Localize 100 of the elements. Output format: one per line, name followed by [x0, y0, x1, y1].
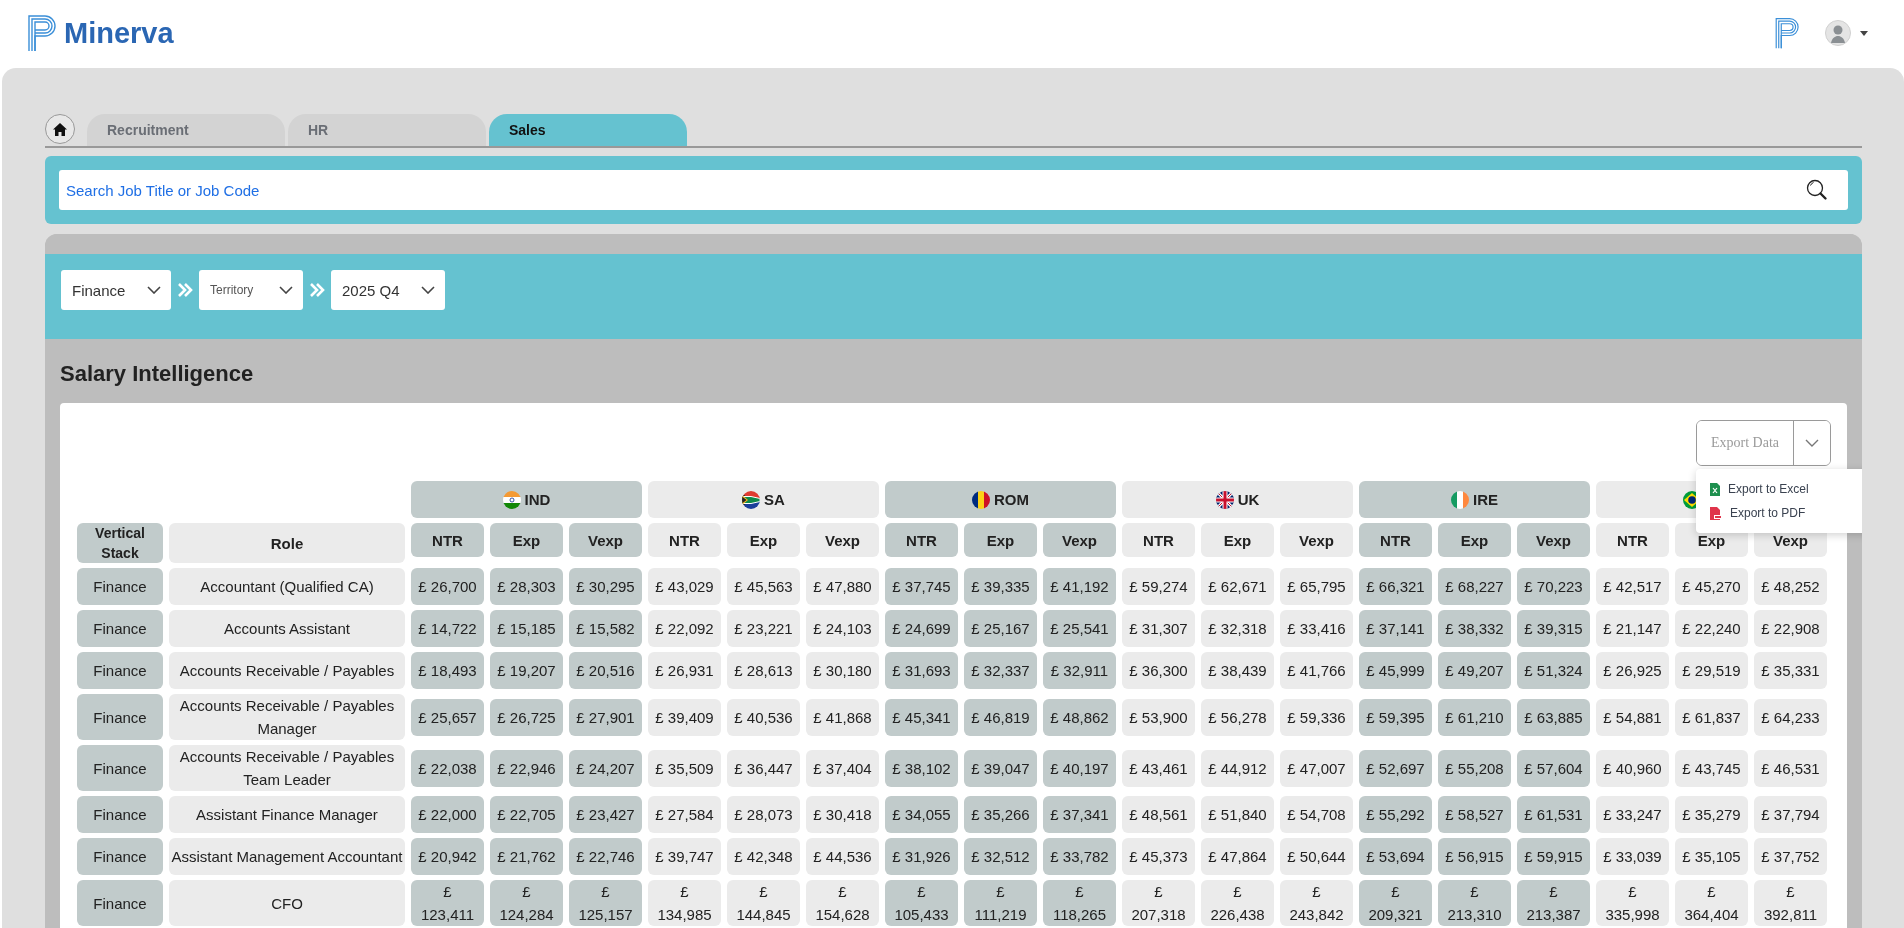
table-cell: £ 37,404 [806, 749, 879, 787]
table-cell: £ 45,341 [885, 698, 958, 736]
table-cell: £ 21,762 [490, 838, 563, 875]
table-cell: £ 61,837 [1675, 698, 1748, 736]
table-cell: £ 51,840 [1201, 796, 1274, 833]
dropdown[interactable]: Territory [199, 270, 303, 310]
table-cell: Finance [77, 694, 163, 740]
table-cell: £ 40,536 [727, 698, 800, 736]
table-cell: £ 21,147 [1596, 610, 1669, 647]
table-cell: £ 28,613 [727, 652, 800, 689]
table-cell: £ 35,279 [1675, 796, 1748, 833]
table-cell: £ 27,584 [648, 796, 721, 833]
table-cell: £ 25,541 [1043, 610, 1116, 647]
column-header: Exp [964, 523, 1037, 557]
column-header: Vertical Stack [77, 523, 163, 563]
table-cell: £ 23,221 [727, 610, 800, 647]
dropdown[interactable]: Finance [61, 270, 171, 310]
table-cell: £ 22,908 [1754, 610, 1827, 647]
column-header: Vexp [806, 523, 879, 557]
country-name: ROM [994, 491, 1029, 508]
table-cell: £ 22,705 [490, 796, 563, 833]
table-cell: £ 42,348 [727, 838, 800, 875]
table-cell: £ 33,247 [1596, 796, 1669, 833]
table-cell: Finance [77, 610, 163, 647]
table-cell: £ 31,307 [1122, 610, 1195, 647]
table-cell: £ 53,694 [1359, 838, 1432, 875]
column-header: Vexp [1043, 523, 1116, 557]
table-cell: £ 41,766 [1280, 652, 1353, 689]
search-field[interactable]: Search Job Title or Job Code [59, 170, 1848, 210]
table-cell: £ 47,864 [1201, 838, 1274, 875]
table-cell: £ 125,157 [569, 880, 642, 926]
table-cell: £ 37,794 [1754, 796, 1827, 833]
menu-item[interactable]: Export to PDF [1695, 501, 1862, 525]
table-cell: £ 33,416 [1280, 610, 1353, 647]
table-cell: £ 39,315 [1517, 610, 1590, 647]
table-cell: £ 47,880 [806, 568, 879, 605]
table-cell: £ 15,185 [490, 610, 563, 647]
table-cell: £ 26,700 [411, 568, 484, 605]
table-cell: £ 53,900 [1122, 698, 1195, 736]
table-cell: £ 39,409 [648, 698, 721, 736]
table-cell: Finance [77, 745, 163, 791]
table-cell: £ 48,561 [1122, 796, 1195, 833]
table-cell: £ 61,210 [1438, 698, 1511, 736]
menu-item[interactable]: Export to Excel [1695, 477, 1862, 501]
table-cell: £ 45,563 [727, 568, 800, 605]
table-cell: £ 41,868 [806, 698, 879, 736]
table-cell: £ 25,167 [964, 610, 1037, 647]
table-cell: £ 213,387 [1517, 880, 1590, 926]
column-header: Exp [1201, 523, 1274, 557]
table-cell: £ 47,007 [1280, 749, 1353, 787]
table-cell: Assistant Management Accountant [169, 838, 405, 875]
table-cell: £ 55,208 [1438, 749, 1511, 787]
table-cell: £ 42,517 [1596, 568, 1669, 605]
table-cell: Accounts Receivable / Payables Manager [169, 694, 405, 740]
table-cell: £ 49,207 [1438, 652, 1511, 689]
country-name: IND [524, 491, 551, 508]
table-cell: £ 22,038 [411, 749, 484, 787]
table-cell: £ 39,047 [964, 749, 1037, 787]
table-cell: £ 61,531 [1517, 796, 1590, 833]
table-cell: £ 22,240 [1675, 610, 1748, 647]
table-cell: £ 48,252 [1754, 568, 1827, 605]
table-cell: £ 54,881 [1596, 698, 1669, 736]
table-cell: £ 31,693 [885, 652, 958, 689]
table-cell: £ 45,270 [1675, 568, 1748, 605]
table-cell: £ 55,292 [1359, 796, 1432, 833]
dropdown[interactable]: 2025 Q4 [331, 270, 445, 310]
column-header: NTR [1359, 523, 1432, 557]
table-cell: £ 213,310 [1438, 880, 1511, 926]
search-input[interactable]: Search Job Title or Job Code [64, 180, 1806, 200]
table-cell: £ 56,278 [1201, 698, 1274, 736]
table-cell: £ 52,697 [1359, 749, 1432, 787]
table-cell: £ 59,336 [1280, 698, 1353, 736]
table-cell: £ 37,745 [885, 568, 958, 605]
table-cell: £ 20,942 [411, 838, 484, 875]
table-cell: £ 64,233 [1754, 698, 1827, 736]
table-cell: £ 59,915 [1517, 838, 1590, 875]
table-cell: £ 22,946 [490, 749, 563, 787]
table-cell: £ 37,141 [1359, 610, 1432, 647]
table-cell: £ 243,842 [1280, 880, 1353, 926]
column-header: NTR [411, 523, 484, 557]
table-cell: £ 44,912 [1201, 749, 1274, 787]
table-cell: £ 33,039 [1596, 838, 1669, 875]
table-cell: £ 154,628 [806, 880, 879, 926]
table-cell: £ 43,745 [1675, 749, 1748, 787]
table-cell: £ 392,811 [1754, 880, 1827, 926]
table-cell: £ 36,300 [1122, 652, 1195, 689]
column-header: Exp [490, 523, 563, 557]
table-cell: Accounts Receivable / Payables [169, 652, 405, 689]
table-cell: £ 118,265 [1043, 880, 1116, 926]
table-cell: Finance [77, 652, 163, 689]
table-cell: £ 34,055 [885, 796, 958, 833]
table-cell: Finance [77, 568, 163, 605]
table-cell: £ 14,722 [411, 610, 484, 647]
table-cell: £ 20,516 [569, 652, 642, 689]
tab[interactable]: Sales [489, 114, 687, 146]
table-cell: £ 58,527 [1438, 796, 1511, 833]
table-cell: £ 57,604 [1517, 749, 1590, 787]
table-cell: £ 22,092 [648, 610, 721, 647]
table-cell: £ 24,207 [569, 749, 642, 787]
country-name: SA [764, 491, 785, 508]
